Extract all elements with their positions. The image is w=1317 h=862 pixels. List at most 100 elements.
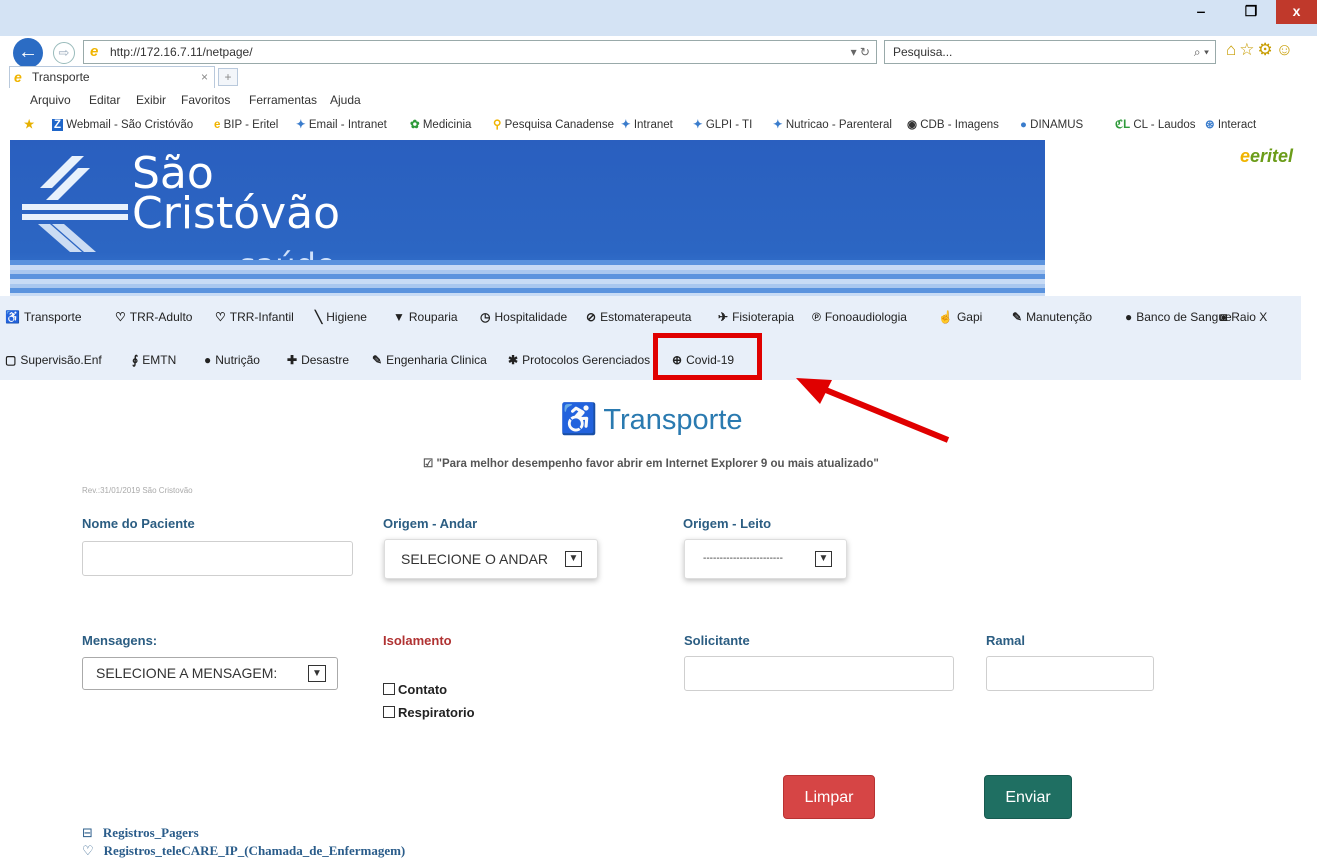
- fav-interact[interactable]: ⊛ Interact: [1205, 112, 1256, 138]
- tab-title: Transporte: [32, 70, 90, 84]
- forward-arrow-icon[interactable]: ⇨: [53, 42, 75, 64]
- requester-input[interactable]: [684, 656, 954, 691]
- chevron-down-icon: ▼: [815, 551, 832, 567]
- chevron-down-icon: ▼: [565, 551, 582, 567]
- fav-glpi[interactable]: ✦ GLPI - TI: [693, 112, 752, 138]
- contact-checkbox[interactable]: Contato: [383, 682, 447, 697]
- nav-item-nutricao[interactable]: ● Nutrição: [204, 347, 260, 373]
- bed-select[interactable]: ------------------------ ▼: [684, 539, 847, 579]
- globe-icon: ⊛: [1205, 119, 1215, 131]
- minimize-button[interactable]: ‒: [1178, 0, 1224, 24]
- wheelchair-icon: ♿: [560, 403, 598, 436]
- menu-arquivo[interactable]: Arquivo: [30, 90, 71, 110]
- close-button[interactable]: x: [1276, 0, 1317, 24]
- restore-button[interactable]: ❐: [1228, 0, 1274, 24]
- nav-item-transporte[interactable]: ♿ Transporte: [5, 304, 82, 330]
- nav-row-1: ♿ Transporte ♡ TRR-Adulto ♡ TRR-Infantil ╲ H…: [0, 304, 1301, 330]
- clear-button[interactable]: Limpar: [783, 775, 875, 819]
- link-registros-telecare[interactable]: ♡ Registros_teleCARE_IP_(Chamada_de_Enfer…: [82, 843, 405, 859]
- nav-item-fisioterapia[interactable]: ✈ Fisioterapia: [718, 304, 794, 330]
- toolbar-icons[interactable]: ⌂☆⚙☺: [1226, 40, 1296, 60]
- floor-select[interactable]: SELECIONE O ANDAR ▼: [384, 539, 598, 579]
- send-button[interactable]: Enviar: [984, 775, 1072, 819]
- fav-label: Interact: [1217, 119, 1257, 131]
- search-icon[interactable]: ⌕ ▾: [1194, 41, 1209, 63]
- tab-transporte[interactable]: e Transporte ×: [9, 66, 215, 88]
- new-tab-button[interactable]: +: [218, 68, 238, 86]
- checkbox-box[interactable]: [383, 683, 395, 695]
- link-text: Registros_teleCARE_IP_(Chamada_de_Enferm…: [103, 843, 406, 858]
- search-icon: ⚲: [493, 119, 502, 131]
- menu-ajuda[interactable]: Ajuda: [330, 90, 361, 110]
- nav-item-fonoaudiologia[interactable]: ℗ Fonoaudiologia: [812, 304, 907, 330]
- browser-notice: ☑ "Para melhor desempenho favor abrir em…: [423, 456, 879, 470]
- refresh-icon[interactable]: ▾ ↻: [851, 41, 870, 63]
- link-registros-pagers[interactable]: ⊟ Registros_Pagers: [82, 825, 199, 841]
- fav-pesquisa[interactable]: ⚲ Pesquisa Canadense: [493, 112, 614, 138]
- nav-label: Fisioterapia: [732, 310, 795, 324]
- nav-item-emtn[interactable]: ∮ EMTN: [132, 347, 176, 373]
- fav-dinamus[interactable]: ● DINAMUS: [1020, 112, 1083, 138]
- shirt-icon: ▼: [393, 310, 405, 324]
- nav-item-trr-infantil[interactable]: ♡ TRR-Infantil: [215, 304, 294, 330]
- nav-item-higiene[interactable]: ╲ Higiene: [315, 304, 367, 330]
- nav-item-desastre[interactable]: ✚ Desastre: [287, 347, 349, 373]
- respiratory-checkbox[interactable]: Respiratorio: [383, 705, 475, 720]
- globe-icon: ●: [1020, 119, 1027, 131]
- respiratory-label: Respiratorio: [398, 705, 475, 720]
- address-bar[interactable]: e http://172.16.7.11/netpage/ ▾ ↻: [83, 40, 877, 64]
- menu-ferramentas[interactable]: Ferramentas: [249, 90, 317, 110]
- broom-icon: ╲: [315, 310, 323, 324]
- fav-intranet[interactable]: ✦ Intranet: [621, 112, 673, 138]
- plus-icon: ✚: [287, 353, 298, 367]
- menu-exibir[interactable]: Exibir: [136, 90, 166, 110]
- smiley-icon[interactable]: ☺: [1276, 40, 1296, 59]
- favorites-star-icon[interactable]: ★: [24, 112, 34, 138]
- fav-bip[interactable]: e BIP - Eritel: [214, 112, 278, 138]
- fav-email[interactable]: ✦ Email - Intranet: [296, 112, 387, 138]
- logo-text: São Cristóvão: [132, 152, 340, 236]
- fav-medicinia[interactable]: ✿ Medicinia: [410, 112, 471, 138]
- close-tab-icon[interactable]: ×: [201, 67, 208, 87]
- nav-item-engenharia-clinica[interactable]: ✎ Engenharia Clinica: [372, 347, 487, 373]
- fav-cdb[interactable]: ◉ CDB - Imagens: [907, 112, 999, 138]
- favorites-bar: ★ Z Webmail - São Cristóvão e BIP - Erit…: [0, 112, 1317, 138]
- nav-item-gapi[interactable]: ☝ Gapi: [938, 304, 982, 330]
- nav-label: Gapi: [956, 310, 983, 324]
- link-icon: ∮: [132, 353, 139, 367]
- back-arrow-icon[interactable]: ←: [13, 38, 43, 68]
- nav-item-protocolos-gerenciados[interactable]: ✱ Protocolos Gerenciados: [508, 347, 650, 373]
- nav-label: Transporte: [23, 310, 82, 324]
- site-icon: ✦: [621, 119, 631, 131]
- nav-item-banco-de-sangue[interactable]: ● Banco de Sangue: [1125, 304, 1232, 330]
- nav-item-trr-adulto[interactable]: ♡ TRR-Adulto: [115, 304, 192, 330]
- nav-label: EMTN: [142, 353, 177, 367]
- messages-label: Mensagens:: [82, 633, 158, 648]
- fav-nutricao[interactable]: ✦ Nutricao - Parenteral: [773, 112, 892, 138]
- menu-bar: Arquivo Editar Exibir Favoritos Ferramen…: [0, 90, 1317, 110]
- search-placeholder: Pesquisa...: [893, 45, 953, 59]
- menu-editar[interactable]: Editar: [89, 90, 120, 110]
- fav-webmail[interactable]: Z Webmail - São Cristóvão: [52, 112, 193, 138]
- asterisk-icon: ✱: [508, 353, 519, 367]
- search-input[interactable]: Pesquisa... ⌕ ▾: [884, 40, 1216, 64]
- fav-cl-laudos[interactable]: ℭL CL - Laudos: [1115, 112, 1196, 138]
- home-icon[interactable]: ⌂: [1226, 40, 1239, 59]
- nav-label: Higiene: [326, 310, 367, 324]
- nav-item-rouparia[interactable]: ▼ Rouparia: [393, 304, 458, 330]
- menu-favoritos[interactable]: Favoritos: [181, 90, 230, 110]
- nav-item-supervisao-enf[interactable]: ▢ Supervisão.Enf: [5, 347, 102, 373]
- star-icon[interactable]: ☆: [1239, 40, 1257, 59]
- extension-input[interactable]: [986, 656, 1154, 691]
- link-text: Registros_Pagers: [102, 825, 199, 840]
- nav-item-manutencao[interactable]: ✎ Manutenção: [1012, 304, 1092, 330]
- nav-item-estomaterapeuta[interactable]: ⊘ Estomaterapeuta: [586, 304, 691, 330]
- nav-item-hospitalidade[interactable]: ◷ Hospitalidade: [480, 304, 567, 330]
- nav-item-raio-x[interactable]: ◙ Raio X: [1220, 304, 1267, 330]
- floor-select-value: SELECIONE O ANDAR: [401, 551, 549, 567]
- checkbox-box[interactable]: [383, 706, 395, 718]
- patient-name-input[interactable]: [82, 541, 353, 576]
- gear-icon[interactable]: ⚙: [1258, 40, 1276, 59]
- messages-select[interactable]: SELECIONE A MENSAGEM: ▼: [82, 657, 338, 690]
- running-icon: ✈: [718, 310, 729, 324]
